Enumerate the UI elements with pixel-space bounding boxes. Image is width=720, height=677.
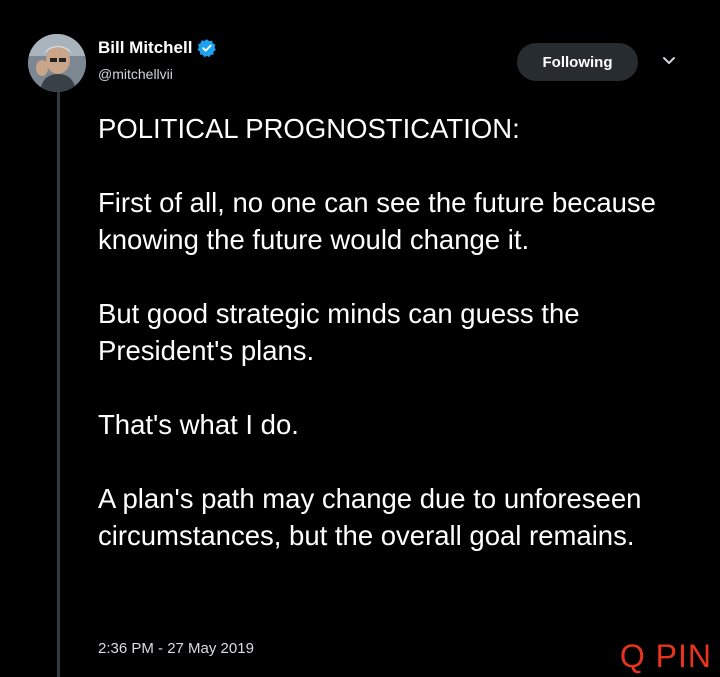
avatar[interactable]: [28, 34, 86, 92]
watermark: Q PIN: [619, 638, 712, 674]
verified-badge-icon: [197, 38, 217, 58]
tweet-paragraph: That's what I do.: [98, 409, 299, 440]
avatar-image: [28, 34, 86, 92]
tweet-timestamp[interactable]: 2:36 PM - 27 May 2019: [98, 640, 254, 657]
display-name-text: Bill Mitchell: [98, 38, 193, 57]
following-button[interactable]: Following: [517, 43, 638, 81]
tweet-paragraph: A plan's path may change due to unforese…: [98, 483, 642, 551]
user-handle[interactable]: @mitchellvii: [98, 66, 173, 82]
tweet-paragraph: But good strategic minds can guess the P…: [98, 298, 580, 366]
chevron-down-icon[interactable]: [660, 54, 678, 68]
tweet-paragraph: First of all, no one can see the future …: [98, 187, 656, 255]
display-name[interactable]: Bill Mitchell: [98, 38, 217, 58]
tweet-text: POLITICAL PROGNOSTICATION: First of all,…: [98, 110, 698, 554]
thread-line: [57, 92, 60, 677]
tweet-paragraph: POLITICAL PROGNOSTICATION:: [98, 113, 520, 144]
